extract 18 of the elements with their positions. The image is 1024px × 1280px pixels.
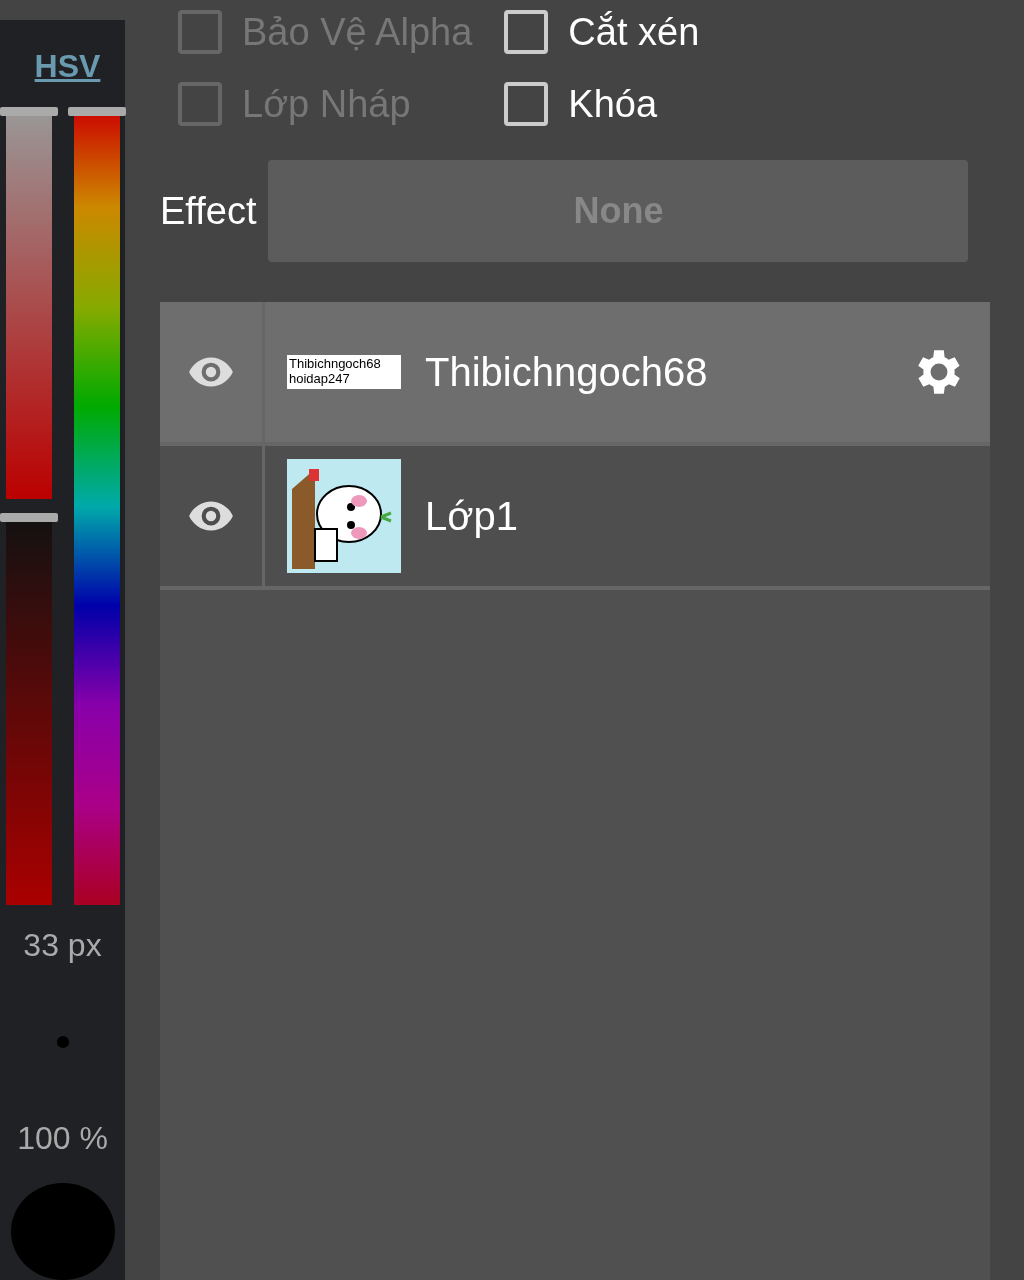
layer-name: Lớp1 xyxy=(425,493,519,539)
color-slider[interactable] xyxy=(0,107,58,500)
layer-option-checkbox[interactable]: Khóa xyxy=(504,78,700,130)
color-slider[interactable] xyxy=(0,513,58,906)
brush-size-label: 33 px xyxy=(23,927,102,965)
color-mode-link[interactable]: HSV xyxy=(34,48,101,85)
slider-thumb[interactable] xyxy=(0,107,58,116)
hue-slider[interactable] xyxy=(67,107,126,906)
opacity-label: 100 % xyxy=(17,1119,108,1157)
layer-option-checkbox[interactable]: Cắt xén xyxy=(504,6,700,58)
effect-label: Effect xyxy=(160,189,257,233)
layer-row[interactable]: Lớp1 xyxy=(160,446,990,590)
slider-thumb[interactable] xyxy=(67,107,126,116)
layer-name: Thibichngoch68 xyxy=(425,349,709,395)
brush-preview-icon xyxy=(56,1036,69,1048)
layer-thumbnail: Thibichngoch68 hoidap247 xyxy=(287,355,401,389)
layer-row[interactable]: Thibichngoch68 hoidap247 Thibichngoch68 xyxy=(160,302,990,446)
slider-thumb[interactable] xyxy=(0,513,58,523)
